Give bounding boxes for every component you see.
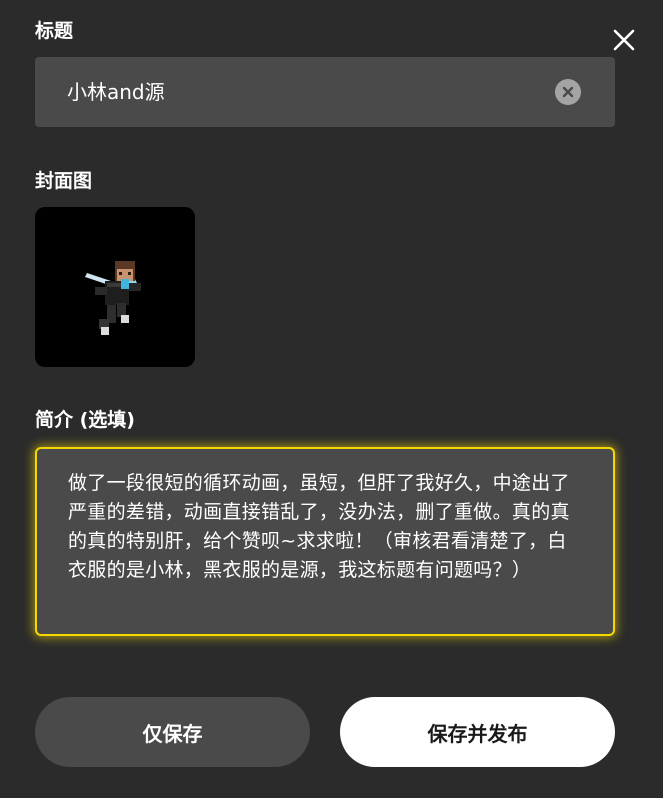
intro-label: 简介 (选填) [35,409,135,431]
cover-character-illustration [85,261,141,335]
title-input[interactable]: 小林and源 [35,57,615,127]
close-button[interactable] [608,24,640,56]
close-icon [613,29,635,51]
cover-label: 封面图 [35,170,93,192]
cover-image[interactable] [35,207,195,367]
intro-value[interactable]: 做了一段很短的循环动画，虽短，但肝了我好久，中途出了严重的差错，动画直接错乱了，… [68,469,577,585]
title-label: 标题 [35,20,74,42]
title-value[interactable]: 小林and源 [67,79,165,105]
clear-circle-icon [562,86,574,98]
intro-textarea[interactable]: 做了一段很短的循环动画，虽短，但肝了我好久，中途出了严重的差错，动画直接错乱了，… [35,447,615,636]
save-only-button[interactable]: 仅保存 [35,697,310,767]
save-and-publish-button[interactable]: 保存并发布 [340,697,615,767]
clear-title-button[interactable] [555,79,581,105]
